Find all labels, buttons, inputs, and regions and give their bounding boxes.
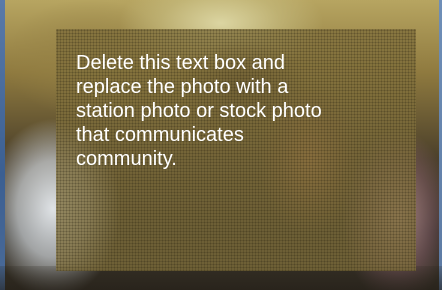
placeholder-text[interactable]: Delete this text box and replace the pho… (76, 51, 346, 171)
slide-left-border (0, 0, 5, 290)
slide-canvas: Delete this text box and replace the pho… (0, 0, 442, 290)
placeholder-text-box[interactable]: Delete this text box and replace the pho… (56, 29, 416, 271)
